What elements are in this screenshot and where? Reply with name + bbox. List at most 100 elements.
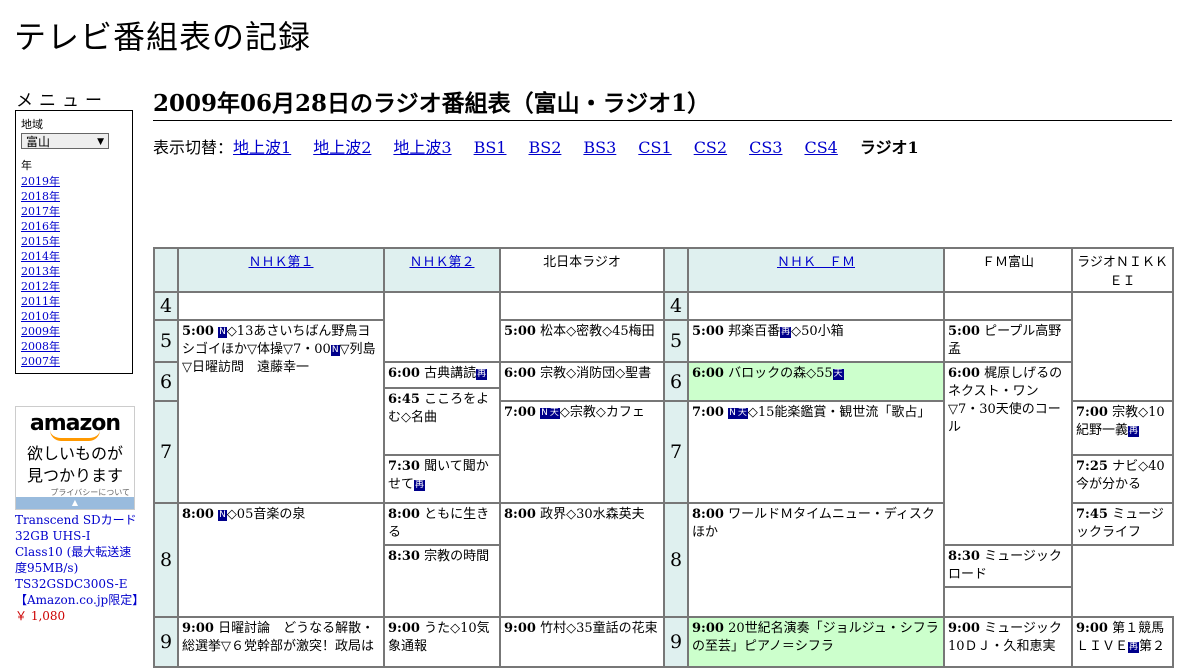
hour-4-right: 4 xyxy=(663,291,689,321)
program-time: 8:00 xyxy=(692,507,724,522)
hour-7: 7 xyxy=(153,400,179,504)
switch-link-bs1[interactable]: BS1 xyxy=(474,138,507,157)
program-time: 9:00 xyxy=(182,621,214,636)
program-cell[interactable]: 5:00 松本◇密教◇45梅田 xyxy=(499,319,665,363)
program-cell[interactable]: 8:00 ワールドＭタイムニュー・ディスクほか xyxy=(687,502,945,618)
program-time: 8:00 xyxy=(182,507,214,522)
program-title: 松本◇密教◇45梅田 xyxy=(540,324,655,339)
hour-8: 8 xyxy=(153,502,179,618)
switch-link-cs2[interactable]: CS2 xyxy=(694,138,727,157)
stereo-icon: 天 xyxy=(832,369,844,380)
switch-link-bs2[interactable]: BS2 xyxy=(528,138,561,157)
switch-link-terrestrial3[interactable]: 地上波3 xyxy=(393,138,451,157)
switch-link-bs3[interactable]: BS3 xyxy=(583,138,616,157)
program-title: 20世紀名演奏「ジョルジュ・シフラの至芸」ピアノ＝シフラ xyxy=(692,621,939,654)
ad-tagline-1: 欲しいものが xyxy=(26,444,123,463)
program-cell[interactable]: 9:00 第１競馬ＬＩＶＥ再第２ xyxy=(1071,616,1174,668)
rerun-icon: 再 xyxy=(476,369,488,380)
year-link-2015[interactable]: 2015年 xyxy=(21,234,127,249)
program-cell[interactable]: 8:30 ミュージックロード xyxy=(943,544,1073,588)
program-cell[interactable]: 6:00 梶原しげるのネクスト・ワン▽7・30天使のコール xyxy=(943,361,1073,546)
switch-link-cs1[interactable]: CS1 xyxy=(638,138,671,157)
hour-6-right: 6 xyxy=(663,361,689,402)
year-link-2014[interactable]: 2014年 xyxy=(21,249,127,264)
year-link-2019[interactable]: 2019年 xyxy=(21,174,127,189)
program-time: 6:00 xyxy=(388,366,420,381)
channel-nhk2[interactable]: ＮＨＫ第２ xyxy=(383,247,501,293)
program-time: 7:45 xyxy=(1076,507,1108,522)
program-cell[interactable]: 7:00 宗教◇10紀野一義再 xyxy=(1071,400,1174,456)
program-time: 5:00 xyxy=(182,324,214,339)
program-cell[interactable]: 8:00 N◇05音楽の泉 xyxy=(177,502,385,618)
year-link-2016[interactable]: 2016年 xyxy=(21,219,127,234)
year-link-2012[interactable]: 2012年 xyxy=(21,279,127,294)
program-cell[interactable]: 9:00 うた◇10気象通報 xyxy=(383,616,501,668)
program-title: 竹村◇35童話の花束 xyxy=(540,621,658,636)
ad-collapse-icon[interactable]: ▲ xyxy=(16,497,134,509)
hour-8-right: 8 xyxy=(663,502,689,618)
program-title: 政界◇30水森英夫 xyxy=(540,507,645,522)
grid-corner-2 xyxy=(663,247,689,293)
news-icon: N xyxy=(218,510,227,521)
program-cell[interactable]: 8:30 宗教の時間 xyxy=(383,544,501,618)
switch-link-cs3[interactable]: CS3 xyxy=(749,138,782,157)
year-link-2018[interactable]: 2018年 xyxy=(21,189,127,204)
rerun-icon: 再 xyxy=(780,327,792,338)
program-time: 7:25 xyxy=(1076,459,1108,474)
year-link-2007[interactable]: 2007年 xyxy=(21,354,127,369)
switch-current: ラジオ1 xyxy=(859,138,919,157)
program-cell[interactable]: 7:25 ナビ◇40今が分かる xyxy=(1071,454,1174,504)
year-link-2009[interactable]: 2009年 xyxy=(21,324,127,339)
program-cell[interactable]: 7:00 N 天◇15能楽鑑賞・観世流「歌占」 xyxy=(687,400,945,504)
switch-link-cs4[interactable]: CS4 xyxy=(804,138,837,157)
channel-nhk2-link[interactable]: ＮＨＫ第２ xyxy=(409,255,474,270)
channel-nhk1[interactable]: ＮＨＫ第１ xyxy=(177,247,385,293)
program-cell-highlighted[interactable]: 9:00 20世紀名演奏「ジョルジュ・シフラの至芸」ピアノ＝シフラ xyxy=(687,616,945,668)
hour-6: 6 xyxy=(153,361,179,402)
program-title: 邦楽百番 xyxy=(728,324,781,339)
rerun-icon: 再 xyxy=(1128,426,1140,437)
year-link-2017[interactable]: 2017年 xyxy=(21,204,127,219)
program-cell[interactable]: 7:00 N 天◇宗教◇カフェ xyxy=(499,400,665,504)
news-icon: N xyxy=(218,327,227,338)
program-cell[interactable]: 9:00 竹村◇35童話の花束 xyxy=(499,616,665,668)
program-cell[interactable]: 8:00 政界◇30水森英夫 xyxy=(499,502,665,618)
program-time: 9:00 xyxy=(948,621,980,636)
rerun-icon: 再 xyxy=(414,480,426,491)
year-link-2010[interactable]: 2010年 xyxy=(21,309,127,324)
hour-9: 9 xyxy=(153,616,179,668)
amazon-ad[interactable]: amazon 欲しいものが 見つかります プライバシーについて ▲ xyxy=(15,406,135,510)
program-cell[interactable]: 6:45 こころをよむ◇名曲 xyxy=(383,387,501,456)
program-cell[interactable]: 5:00 ピープル高野孟 xyxy=(943,319,1073,363)
channel-nhkfm[interactable]: ＮＨＫ ＦＭ xyxy=(687,247,945,293)
program-cell[interactable]: 9:00 ミュージック10ＤＪ・久和恵実 xyxy=(943,616,1073,668)
stereo-icon: 天 xyxy=(736,408,748,419)
region-select-value: 富山 xyxy=(26,135,51,149)
year-link-2008[interactable]: 2008年 xyxy=(21,339,127,354)
program-cell[interactable]: 9:00 日曜討論 どうなる解散・総選挙▽６党幹部が激突！政局は xyxy=(177,616,385,668)
ad-product-title[interactable]: Transcend SDカード 32GB UHS-I Class10 (最大転送… xyxy=(15,512,144,608)
program-cell[interactable]: 7:30 聞いて聞かせて再 xyxy=(383,454,501,504)
grid-corner xyxy=(153,247,179,293)
switch-link-terrestrial1[interactable]: 地上波1 xyxy=(233,138,291,157)
program-cell[interactable]: 8:00 ともに生きる xyxy=(383,502,501,546)
program-cell[interactable]: 5:00 N◇13あさいちばん野鳥ヨシゴイほか▽体操▽7・00N▽列島▽日曜訪問… xyxy=(177,319,385,504)
channel-nhk1-link[interactable]: ＮＨＫ第１ xyxy=(248,255,313,270)
switch-label: 表示切替： xyxy=(153,138,234,157)
switch-link-terrestrial2[interactable]: 地上波2 xyxy=(313,138,371,157)
year-link-2013[interactable]: 2013年 xyxy=(21,264,127,279)
program-cell[interactable]: 7:45 ミュージックライフ xyxy=(1071,502,1174,546)
channel-fmtoyama: ＦＭ富山 xyxy=(943,247,1073,293)
year-link-2011[interactable]: 2011年 xyxy=(21,294,127,309)
site-title: テレビ番組表の記録 xyxy=(14,18,312,56)
region-select[interactable]: 富山 ▼ xyxy=(21,133,109,149)
program-cell[interactable]: 6:00 宗教◇消防団◇聖書 xyxy=(499,361,665,402)
program-title: ◇15能楽鑑賞・観世流「歌占」 xyxy=(747,405,931,420)
program-time: 9:00 xyxy=(692,621,724,636)
channel-nhkfm-link[interactable]: ＮＨＫ ＦＭ xyxy=(777,255,855,270)
ad-product[interactable]: Transcend SDカード 32GB UHS-I Class10 (最大転送… xyxy=(15,512,144,624)
program-cell[interactable]: 6:00 古典講読再 xyxy=(383,361,501,389)
channel-nikkei: ラジオＮＩＫＫＥＩ xyxy=(1071,247,1174,293)
program-cell-highlighted[interactable]: 6:00 バロックの森◇55天 xyxy=(687,361,945,402)
program-cell[interactable]: 5:00 邦楽百番再◇50小箱 xyxy=(687,319,945,363)
